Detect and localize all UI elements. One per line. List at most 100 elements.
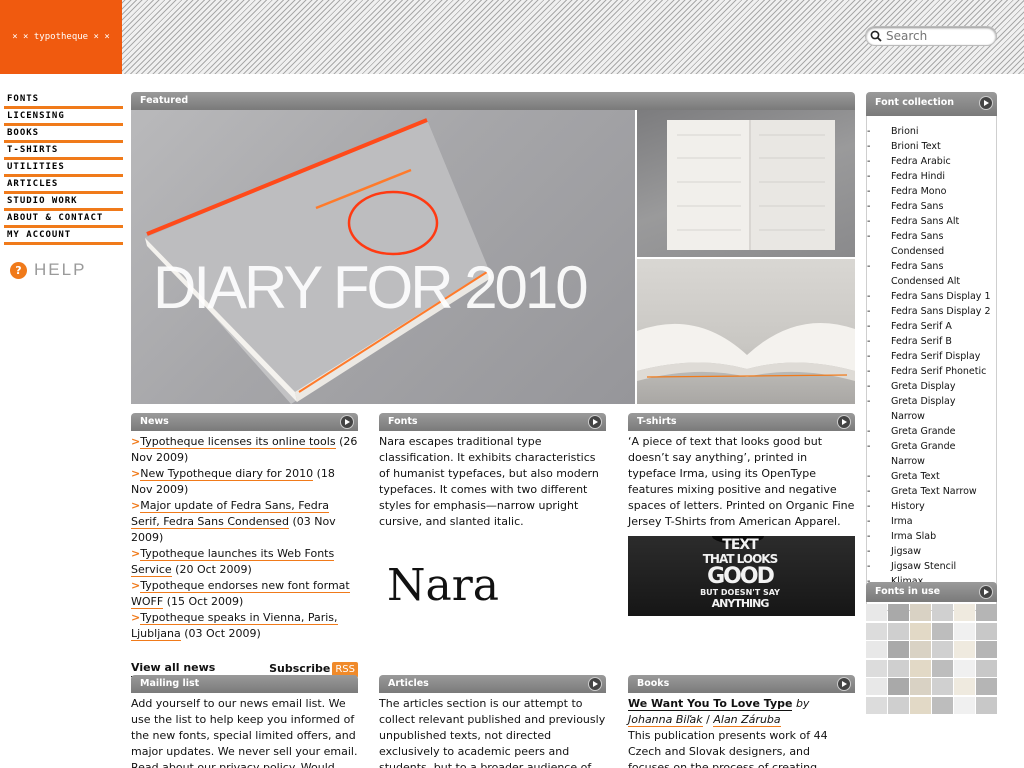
fonts-in-use-thumbnail[interactable]	[866, 678, 887, 695]
font-collection-arrow-icon[interactable]	[980, 97, 992, 109]
fonts-in-use-thumbnail[interactable]	[888, 659, 909, 677]
font-collection-item[interactable]: - Fedra Serif A	[867, 319, 996, 334]
search-input[interactable]	[886, 29, 991, 43]
font-collection-item[interactable]: - Brioni	[867, 124, 996, 139]
fonts-in-use-thumbnail[interactable]	[866, 696, 887, 714]
nav-item-articles[interactable]: ARTICLES	[4, 177, 123, 194]
font-collection-item-label: Irma	[891, 516, 913, 527]
search-box[interactable]	[865, 26, 997, 46]
fonts-in-use-thumbnail[interactable]	[954, 696, 975, 714]
fonts-section: Fonts Nara escapes traditional type clas…	[379, 413, 606, 611]
featured-main-photo[interactable]: DIARY FOR 2010	[131, 110, 635, 404]
help-link[interactable]: ? HELP	[10, 260, 86, 280]
fonts-in-use-thumbnail[interactable]	[932, 678, 953, 695]
font-collection-item[interactable]: - Fedra Sans Display 2	[867, 304, 996, 319]
fonts-in-use-thumbnail[interactable]	[888, 678, 909, 695]
fonts-arrow-icon[interactable]	[589, 416, 601, 428]
list-dash-icon: -	[867, 561, 871, 572]
font-collection-item[interactable]: - Greta Text	[867, 469, 996, 484]
fonts-in-use-thumbnail[interactable]	[910, 604, 931, 621]
font-collection-item[interactable]: - Irma	[867, 514, 996, 529]
fonts-in-use-thumbnail[interactable]	[954, 659, 975, 677]
news-item-link[interactable]: New Typotheque diary for 2010	[140, 467, 314, 481]
articles-section: Articles The articles section is our att…	[379, 675, 606, 768]
fonts-in-use-thumbnail[interactable]	[910, 641, 931, 658]
font-collection-item[interactable]: - Fedra Sans	[867, 199, 996, 214]
fonts-in-use-thumbnail[interactable]	[976, 641, 997, 658]
books-arrow-icon[interactable]	[838, 678, 850, 690]
fonts-in-use-thumbnail[interactable]	[888, 622, 909, 640]
font-collection-item[interactable]: - Fedra Sans Alt	[867, 214, 996, 229]
tshirt-photo[interactable]: TEXT THAT LOOKS GOOD BUT DOESN'T SAY ANY…	[628, 536, 855, 616]
fonts-in-use-thumbnail[interactable]	[932, 659, 953, 677]
news-arrow-icon[interactable]	[341, 416, 353, 428]
fonts-in-use-thumbnail[interactable]	[932, 604, 953, 621]
fonts-in-use-thumbnail[interactable]	[954, 678, 975, 695]
font-collection-item[interactable]: - Brioni Text	[867, 139, 996, 154]
fonts-in-use-thumbnail[interactable]	[954, 622, 975, 640]
font-collection-item[interactable]: - Irma Slab	[867, 529, 996, 544]
articles-arrow-icon[interactable]	[589, 678, 601, 690]
book-author-link[interactable]: Johanna Biľak	[628, 713, 703, 727]
fonts-in-use-thumbnail[interactable]	[976, 622, 997, 640]
nav-item-books[interactable]: BOOKS	[4, 126, 123, 143]
fonts-in-use-thumbnail[interactable]	[866, 622, 887, 640]
fonts-in-use-thumbnail[interactable]	[888, 604, 909, 621]
nav-item-utilities[interactable]: UTILITIES	[4, 160, 123, 177]
font-collection-item[interactable]: - Greta Display	[867, 379, 996, 394]
font-collection-item[interactable]: - History	[867, 499, 996, 514]
site-logo[interactable]: × × typotheque × ×	[0, 0, 122, 74]
tshirts-arrow-icon[interactable]	[838, 416, 850, 428]
nav-item-about-contact[interactable]: ABOUT & CONTACT	[4, 211, 123, 228]
nav-item-tshirts[interactable]: T-SHIRTS	[4, 143, 123, 160]
nara-font-sample[interactable]: Nara	[387, 560, 606, 611]
font-collection-item[interactable]: - Jigsaw Stencil	[867, 559, 996, 574]
fonts-in-use-thumbnail[interactable]	[932, 622, 953, 640]
nav-item-my-account[interactable]: MY ACCOUNT	[4, 228, 123, 245]
font-collection-item-label: Fedra Sans Display 2	[891, 306, 991, 317]
book-author-link[interactable]: Alan Záruba	[713, 713, 781, 727]
fonts-in-use-thumbnail[interactable]	[910, 659, 931, 677]
font-collection-item[interactable]: - Fedra Sans Condensed Alt	[867, 259, 996, 289]
fonts-in-use-thumbnail[interactable]	[888, 641, 909, 658]
fonts-in-use-thumbnail[interactable]	[866, 659, 887, 677]
font-collection-item[interactable]: - Fedra Sans Display 1	[867, 289, 996, 304]
fonts-in-use-thumbnail[interactable]	[976, 696, 997, 714]
font-collection-item[interactable]: - Jigsaw	[867, 544, 996, 559]
fonts-in-use-thumbnail[interactable]	[932, 641, 953, 658]
font-collection-item[interactable]: - Fedra Arabic	[867, 154, 996, 169]
font-collection-item[interactable]: - Fedra Serif Phonetic	[867, 364, 996, 379]
font-collection-item[interactable]: - Fedra Serif B	[867, 334, 996, 349]
fonts-in-use-thumbnail[interactable]	[866, 641, 887, 658]
fonts-in-use-thumbnail[interactable]	[954, 641, 975, 658]
news-item-link[interactable]: Typotheque licenses its online tools	[140, 435, 336, 449]
font-collection-item[interactable]: - Greta Grande Narrow	[867, 439, 996, 469]
view-all-news-link[interactable]: View all news	[131, 660, 216, 677]
fonts-in-use-thumbnail[interactable]	[888, 696, 909, 714]
book-title-link[interactable]: We Want You To Love Type	[628, 697, 793, 711]
nav-item-licensing[interactable]: LICENSING	[4, 109, 123, 126]
fonts-in-use-thumbnail[interactable]	[954, 604, 975, 621]
fonts-in-use-thumbnail[interactable]	[976, 659, 997, 677]
font-collection-item[interactable]: - Fedra Serif Display	[867, 349, 996, 364]
fonts-in-use-arrow-icon[interactable]	[980, 586, 992, 598]
fonts-in-use-thumbnail[interactable]	[910, 678, 931, 695]
fonts-in-use-thumbnail[interactable]	[976, 604, 997, 621]
font-collection-item[interactable]: - Greta Display Narrow	[867, 394, 996, 424]
font-collection-item[interactable]: - Fedra Sans Condensed	[867, 229, 996, 259]
featured-body[interactable]: DIARY FOR 2010	[131, 110, 855, 404]
fonts-in-use-thumbnail[interactable]	[910, 622, 931, 640]
fonts-in-use-thumbnail[interactable]	[910, 696, 931, 714]
featured-photo-open-diary[interactable]	[637, 110, 855, 257]
font-collection-item[interactable]: - Greta Text Narrow	[867, 484, 996, 499]
font-collection-item[interactable]: - Fedra Hindi	[867, 169, 996, 184]
nav-item-studio-work[interactable]: STUDIO WORK	[4, 194, 123, 211]
font-collection-item[interactable]: - Fedra Mono	[867, 184, 996, 199]
fonts-in-use-thumbnail[interactable]	[932, 696, 953, 714]
list-dash-icon: -	[867, 141, 871, 152]
nav-item-fonts[interactable]: FONTS	[4, 92, 123, 109]
fonts-in-use-thumbnail[interactable]	[976, 678, 997, 695]
featured-photo-diary-pages[interactable]	[637, 259, 855, 404]
fonts-in-use-thumbnail[interactable]	[866, 604, 887, 621]
font-collection-item[interactable]: - Greta Grande	[867, 424, 996, 439]
